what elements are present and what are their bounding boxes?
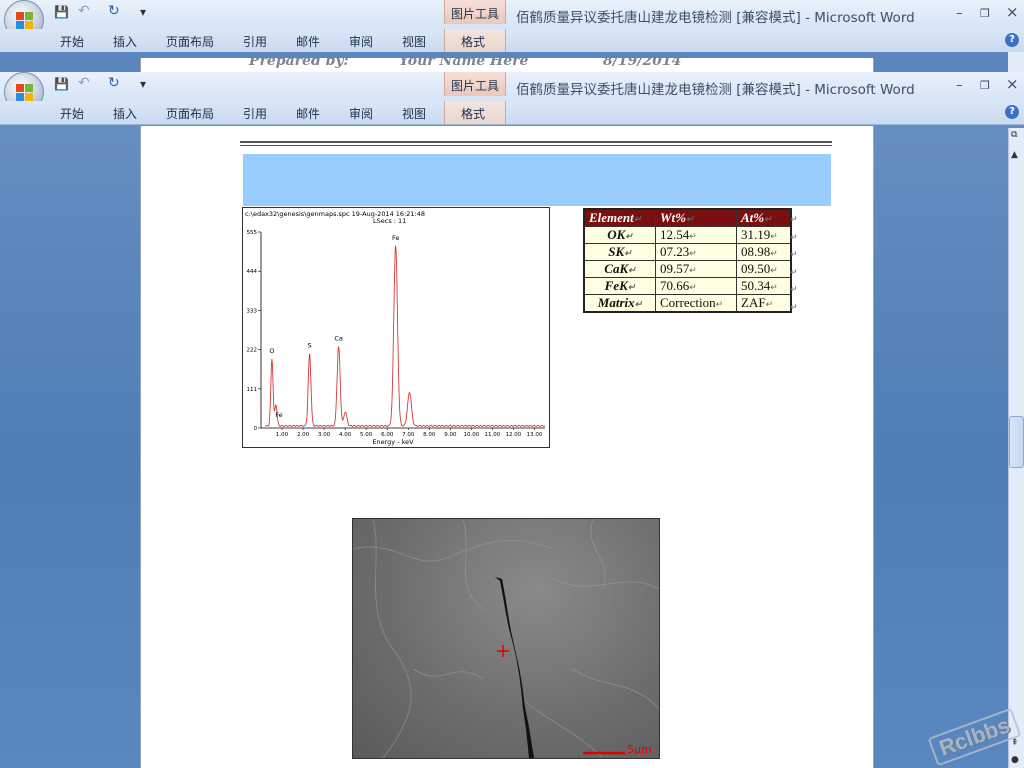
- header-wt: Wt%↵: [655, 208, 737, 227]
- table-row: FeK↵ 70.66↵ 50.34↵: [583, 277, 792, 295]
- header-element: Element↵: [583, 208, 656, 227]
- table-row: Matrix↵ Correction↵ ZAF↵: [583, 294, 792, 313]
- tab-review-back[interactable]: 审阅: [349, 33, 373, 50]
- table-header-row: Element↵ Wt%↵ At%↵: [583, 208, 792, 227]
- x-tick-label: 12.00: [506, 432, 522, 438]
- header-rule: [240, 141, 832, 143]
- tab-mailings-back[interactable]: 邮件: [296, 33, 320, 50]
- x-tick-label: 7.00: [402, 432, 415, 438]
- scroll-up-icon[interactable]: ▲: [1011, 150, 1018, 160]
- x-tick-label: 3.00: [318, 432, 331, 438]
- restore-button[interactable]: ❐: [980, 79, 990, 92]
- peak-label: Fe: [392, 234, 399, 242]
- tab-format-back[interactable]: 格式: [461, 33, 485, 50]
- spectrum-header-line2: LSecs : 11: [373, 217, 406, 225]
- x-tick-label: 6.00: [381, 432, 394, 438]
- customize-qat-icon[interactable]: ▾: [140, 77, 146, 91]
- customize-qat-icon[interactable]: ▾: [140, 5, 146, 19]
- header-at: At%↵: [736, 208, 792, 227]
- sem-scale-label: 5μm: [627, 743, 652, 756]
- minimize-button-back[interactable]: –: [956, 6, 963, 21]
- tab-home[interactable]: 开始: [60, 105, 84, 122]
- tab-view[interactable]: 视图: [402, 105, 426, 122]
- page-strip-back: Prepared by: Your Name Here 8/19/2014: [140, 58, 874, 72]
- results-table: Element↵ Wt%↵ At%↵ OK↵ 12.54↵ 31.19↵ SK↵…: [583, 208, 792, 313]
- x-tick-label: 4.00: [339, 432, 352, 438]
- window-title: 佰鹤质量异议委托唐山建龙电镜检测 [兼容模式] - Microsoft Word: [516, 82, 915, 98]
- tab-mailings[interactable]: 邮件: [296, 105, 320, 122]
- ribbon-tabs-back: 开始 插入 页面布局 引用 邮件 审阅 视图 格式 ?: [0, 29, 1024, 53]
- y-tick-label: 444: [247, 269, 258, 275]
- peak-label: Ca: [334, 335, 343, 343]
- blue-text-band[interactable]: [243, 154, 831, 206]
- x-tick-label: 1.00: [276, 432, 289, 438]
- spectrum-chart: c:\edax32\genesis\genmaps.spc 19-Aug-201…: [245, 210, 546, 446]
- spectrum-x-label: Energy - keV: [372, 438, 414, 446]
- context-tab-picture-tools-back: 图片工具: [444, 0, 506, 24]
- tab-home-back[interactable]: 开始: [60, 33, 84, 50]
- y-tick-label: 555: [247, 230, 258, 236]
- row-end-marks: ↵ ↵ ↵ ↵ ↵ ↵: [790, 215, 798, 313]
- tab-page-layout[interactable]: 页面布局: [166, 105, 214, 122]
- tab-format[interactable]: 格式: [461, 105, 485, 122]
- redo-icon[interactable]: ↻: [108, 75, 120, 91]
- x-tick-label: 2.00: [297, 432, 310, 438]
- redo-icon[interactable]: ↻: [108, 3, 120, 19]
- tab-insert[interactable]: 插入: [113, 105, 137, 122]
- save-icon[interactable]: 💾: [54, 5, 69, 19]
- minimize-button[interactable]: –: [956, 78, 963, 93]
- close-button[interactable]: ×: [1006, 75, 1019, 93]
- y-tick-label: 222: [247, 348, 258, 354]
- tab-view-back[interactable]: 视图: [402, 33, 426, 50]
- prev-page-icon[interactable]: ⇞: [1011, 738, 1019, 748]
- undo-icon[interactable]: ↶: [78, 75, 90, 91]
- window-title-back: 佰鹤质量异议委托唐山建龙电镜检测 [兼容模式] - Microsoft Word: [516, 10, 915, 26]
- title-bar: 💾 ↶ ↻ ▾ 图片工具 佰鹤质量异议委托唐山建龙电镜检测 [兼容模式] - M…: [0, 72, 1024, 112]
- y-tick-label: 333: [247, 308, 258, 314]
- scrollbar-back[interactable]: [1008, 52, 1024, 72]
- context-tab-picture-tools: 图片工具: [444, 72, 506, 96]
- table-row: CaK↵ 09.57↵ 09.50↵: [583, 260, 792, 278]
- y-tick-label: 111: [247, 387, 258, 393]
- table-row: OK↵ 12.54↵ 31.19↵: [583, 226, 792, 244]
- tab-references-back[interactable]: 引用: [243, 33, 267, 50]
- browse-object-icon[interactable]: ●: [1011, 755, 1019, 765]
- close-button-back[interactable]: ×: [1006, 3, 1019, 21]
- tab-review[interactable]: 审阅: [349, 105, 373, 122]
- x-tick-label: 13.00: [527, 432, 543, 438]
- x-tick-label: 8.00: [423, 432, 436, 438]
- x-tick-label: 10.00: [463, 432, 479, 438]
- x-tick-label: 9.00: [444, 432, 457, 438]
- sem-texture: 5μm: [353, 519, 659, 758]
- scroll-thumb[interactable]: [1009, 416, 1024, 468]
- spectrum-line: [264, 245, 546, 428]
- peak-label: O: [269, 347, 274, 355]
- title-bar-back: 💾 ↶ ↻ ▾ 图片工具 佰鹤质量异议委托唐山建龙电镜检测 [兼容模式] - M…: [0, 0, 1024, 40]
- help-icon[interactable]: ?: [1005, 105, 1019, 119]
- header-rule-thin: [240, 145, 832, 146]
- sem-micrograph[interactable]: 5μm: [352, 518, 660, 759]
- peak-label: S: [308, 342, 312, 350]
- peak-label: Fe: [275, 411, 282, 419]
- tab-references[interactable]: 引用: [243, 105, 267, 122]
- ruler-toggle-icon[interactable]: ⧉: [1011, 130, 1017, 140]
- y-tick-label: 0: [254, 426, 258, 432]
- ribbon-tabs: 开始 插入 页面布局 引用 邮件 审阅 视图 格式 ?: [0, 101, 1024, 125]
- undo-icon[interactable]: ↶: [78, 3, 90, 19]
- x-tick-label: 5.00: [360, 432, 373, 438]
- save-icon[interactable]: 💾: [54, 77, 69, 91]
- spectrum-image[interactable]: c:\edax32\genesis\genmaps.spc 19-Aug-201…: [242, 207, 550, 448]
- restore-button-back[interactable]: ❐: [980, 7, 990, 20]
- table-row: SK↵ 07.23↵ 08.98↵: [583, 243, 792, 261]
- tab-insert-back[interactable]: 插入: [113, 33, 137, 50]
- x-tick-label: 11.00: [485, 432, 501, 438]
- help-icon-back[interactable]: ?: [1005, 33, 1019, 47]
- tab-page-layout-back[interactable]: 页面布局: [166, 33, 214, 50]
